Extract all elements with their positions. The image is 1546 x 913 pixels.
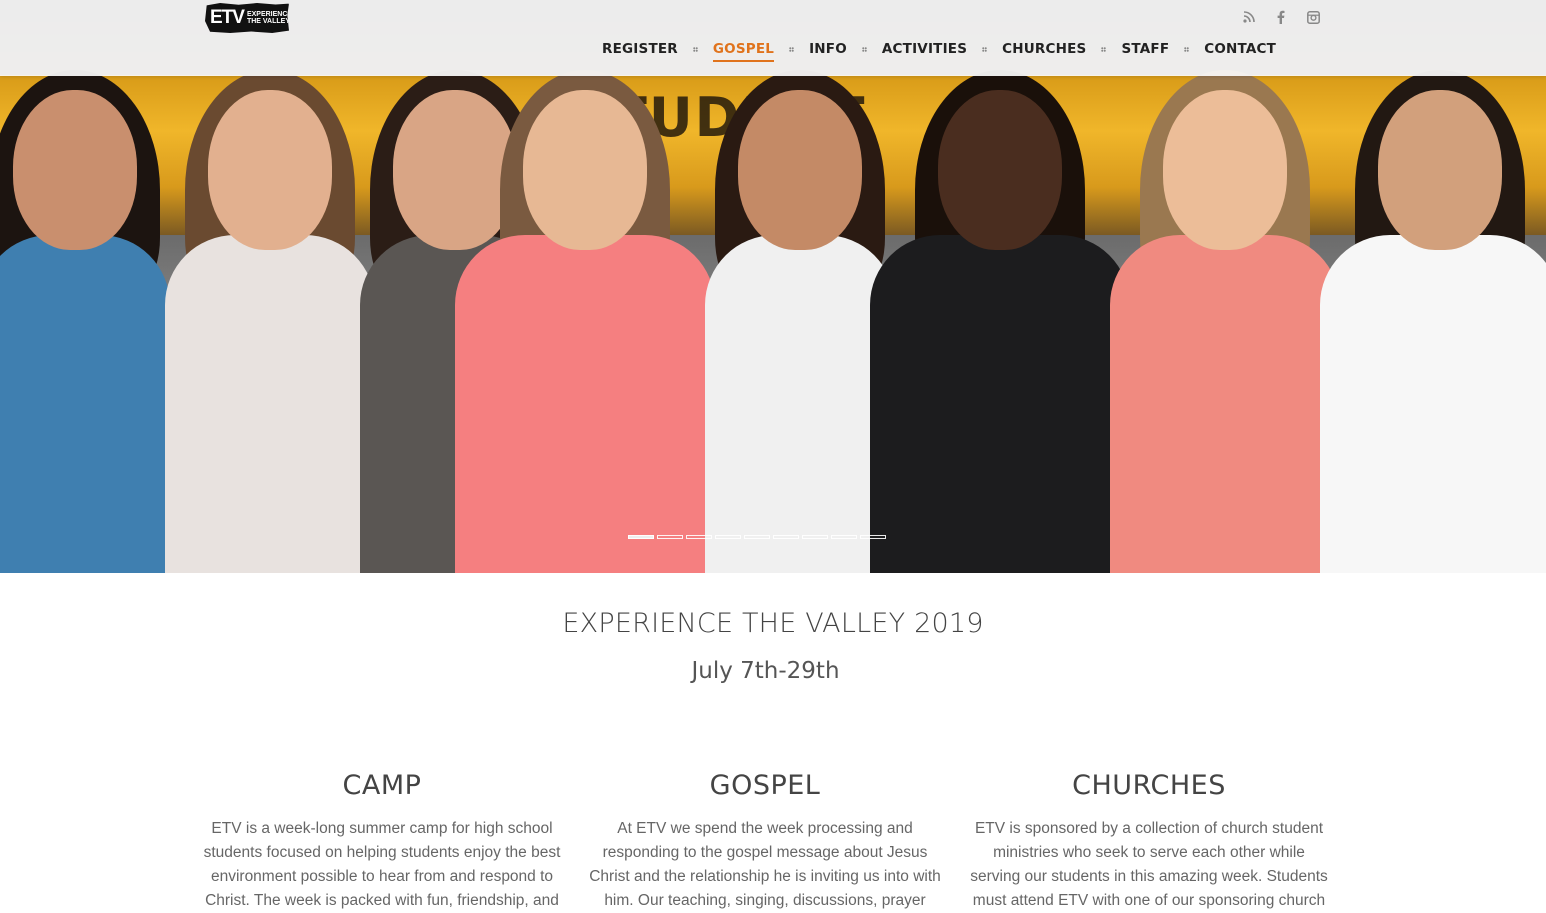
- camp-heading: CAMP: [342, 770, 422, 801]
- slide-dot-8[interactable]: [831, 535, 857, 539]
- event-dates: July 7th-29th: [691, 658, 840, 684]
- gospel-column: GOSPEL At ETV we spend the week processi…: [585, 770, 945, 913]
- photo-person: [165, 60, 375, 573]
- photo-person: [1110, 60, 1340, 573]
- slider-pagination: [628, 535, 886, 539]
- camp-text: ETV is a week-long summer camp for high …: [203, 820, 561, 909]
- photo-person: [0, 60, 170, 573]
- hero-slider: TUDENT: [0, 0, 1546, 573]
- slide-dot-4[interactable]: [715, 535, 741, 539]
- nav-separator: [861, 46, 867, 52]
- main-nav: REGISTER GOSPEL INFO ACTIVITIES CHURCHES STAF…: [592, 40, 1286, 62]
- churches-heading: CHURCHES: [1072, 770, 1226, 801]
- nav-item-gospel[interactable]: GOSPEL: [703, 40, 784, 62]
- slide-dot-2[interactable]: [657, 535, 683, 539]
- photo-person: [705, 60, 895, 573]
- rss-icon[interactable]: [1242, 9, 1256, 25]
- nav-item-contact[interactable]: CONTACT: [1194, 40, 1286, 58]
- slide-dot-3[interactable]: [686, 535, 712, 539]
- social-links: [1242, 9, 1320, 25]
- slide-dot-7[interactable]: [802, 535, 828, 539]
- logo-text: ETV: [210, 7, 245, 28]
- nav-item-staff[interactable]: STAFF: [1111, 40, 1179, 58]
- slide-dot-1[interactable]: [628, 535, 654, 539]
- churches-column: CHURCHES ETV is sponsored by a collectio…: [969, 770, 1329, 913]
- instagram-icon[interactable]: [1306, 9, 1320, 25]
- page-title: EXPERIENCE THE VALLEY 2019: [562, 608, 984, 639]
- gospel-heading: GOSPEL: [709, 770, 821, 801]
- etv-logo[interactable]: ETV EXPERIENCE THE VALLEY: [205, 3, 289, 33]
- facebook-icon[interactable]: [1274, 9, 1288, 25]
- nav-item-churches[interactable]: CHURCHES: [992, 40, 1096, 58]
- nav-separator: [982, 46, 988, 52]
- nav-separator: [1184, 46, 1190, 52]
- slide-dot-6[interactable]: [773, 535, 799, 539]
- nav-item-register[interactable]: REGISTER: [592, 40, 688, 58]
- logo-subtext: EXPERIENCE THE VALLEY: [246, 11, 293, 25]
- nav-item-activities[interactable]: ACTIVITIES: [872, 40, 977, 58]
- nav-separator: [692, 46, 698, 52]
- nav-separator: [789, 46, 795, 52]
- camp-column: CAMP ETV is a week-long summer camp for …: [202, 770, 562, 913]
- photo-person: [455, 60, 715, 573]
- slide-dot-9[interactable]: [860, 535, 886, 539]
- photo-person: [1320, 60, 1546, 573]
- slide-dot-5[interactable]: [744, 535, 770, 539]
- nav-separator: [1101, 46, 1107, 52]
- site-header: ETV EXPERIENCE THE VALLEY REGISTER GOSPEL…: [0, 0, 1546, 76]
- photo-person: [870, 60, 1130, 573]
- gospel-text: At ETV we spend the week processing and …: [589, 820, 941, 909]
- nav-item-info[interactable]: INFO: [799, 40, 857, 58]
- churches-text: ETV is sponsored by a collection of chur…: [970, 820, 1328, 909]
